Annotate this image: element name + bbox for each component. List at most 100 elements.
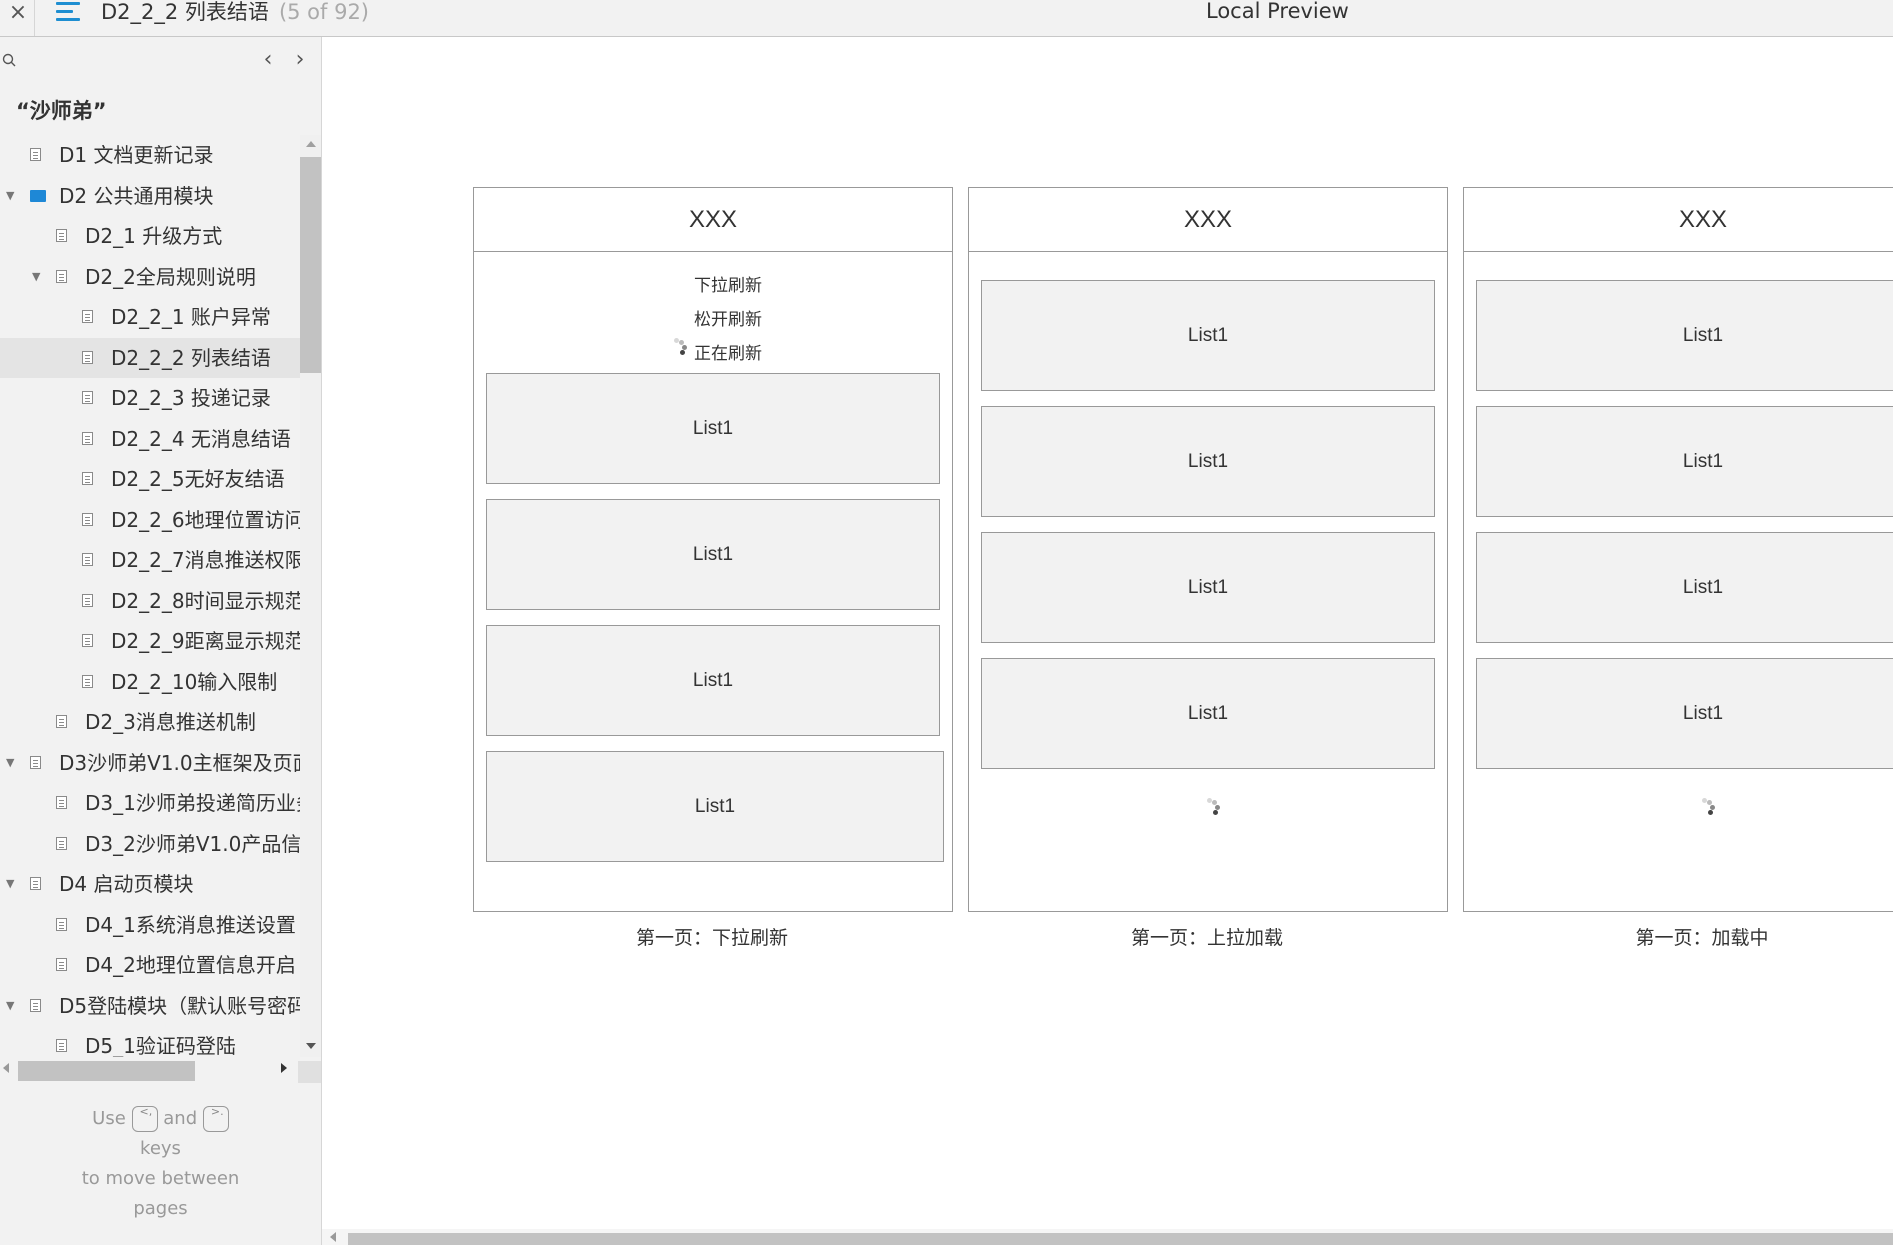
sidebar-item[interactable]: D2_2_2 列表结语	[0, 337, 300, 378]
sidebar-item[interactable]: D4_2地理位置信息开启	[0, 945, 300, 985]
doc-icon	[56, 958, 67, 971]
sidebar-item-label: D3_1沙师弟投递简历业务	[85, 791, 300, 815]
sidebar-item-label: D4 启动页模块	[59, 872, 194, 896]
sidebar-item[interactable]: D2_2_5无好友结语	[0, 459, 300, 499]
expand-caret-icon[interactable]: ▼	[6, 864, 18, 904]
sidebar-item-label: D1 文档更新记录	[59, 143, 214, 167]
phone-mockup: XXX List1 List1 List1 List1	[1463, 187, 1893, 912]
sidebar-item[interactable]: D2_2_9距离显示规范	[0, 621, 300, 661]
sidebar-horizontal-scrollbar[interactable]	[0, 1057, 321, 1083]
doc-icon	[30, 877, 41, 890]
sidebar-item[interactable]: D2_3消息推送机制	[0, 702, 300, 742]
sidebar-item-label: D2_2_6地理位置访问	[111, 507, 300, 532]
sidebar-item[interactable]: D5_1验证码登陆	[0, 1026, 300, 1057]
list-item[interactable]: List1	[981, 406, 1435, 517]
sidebar-item-label: D3沙师弟V1.0主框架及页面	[59, 750, 300, 775]
hint-text: to move between	[81, 1168, 240, 1189]
list-item[interactable]: List1	[1476, 406, 1893, 517]
close-button[interactable]: ×	[4, 0, 32, 36]
sidebar-item[interactable]: D3_1沙师弟投递简历业务	[0, 783, 300, 823]
page-caption: 第一页：加载中	[1635, 927, 1769, 949]
sidebar-item[interactable]: D4_1系统消息推送设置	[0, 905, 300, 945]
list-item[interactable]: List1	[1476, 532, 1893, 643]
list-item[interactable]: List1	[486, 751, 944, 862]
sidebar-item[interactable]: D1 文档更新记录	[0, 135, 300, 175]
doc-icon	[82, 350, 93, 364]
scroll-left-arrow-icon[interactable]	[330, 1232, 336, 1242]
list-item[interactable]: List1	[486, 625, 940, 736]
doc-icon	[82, 634, 93, 647]
scrollbar-thumb[interactable]	[18, 1061, 195, 1081]
refresh-state-text: 下拉刷新	[694, 276, 762, 296]
sidebar-item-label: D2_2全局规则说明	[85, 264, 256, 289]
doc-icon	[30, 148, 41, 161]
doc-icon	[56, 229, 67, 242]
comma-key-icon: <,	[131, 1106, 158, 1132]
page-count: (5 of 92)	[278, 0, 369, 24]
doc-icon	[30, 998, 41, 1012]
sidebar-item[interactable]: ▼ D4 启动页模块	[0, 864, 300, 904]
sidebar-item-label: D2_3消息推送机制	[85, 710, 256, 734]
phone-title: XXX	[969, 188, 1447, 252]
folder-icon	[30, 189, 46, 202]
list-item[interactable]: List1	[1476, 658, 1893, 769]
scroll-left-arrow-icon[interactable]	[3, 1063, 9, 1073]
sidebar-item-label: D4_1系统消息推送设置	[85, 912, 296, 937]
sidebar-item[interactable]: D2_2_8时间显示规范	[0, 581, 300, 621]
scroll-right-arrow-icon[interactable]	[281, 1063, 287, 1073]
sidebar-item[interactable]: D3_2沙师弟V1.0产品信息	[0, 824, 300, 864]
sidebar-toolbar: ‹ ›	[0, 37, 321, 87]
scroll-up-arrow-icon[interactable]	[306, 141, 316, 147]
doc-icon	[56, 917, 67, 931]
search-icon[interactable]	[2, 53, 16, 67]
scrollbar-thumb[interactable]	[348, 1233, 1893, 1245]
sidebar-vertical-scrollbar[interactable]	[300, 135, 321, 1057]
doc-icon	[56, 836, 67, 850]
sidebar-item[interactable]: D2_2_1 账户异常	[0, 297, 300, 337]
sidebar-item[interactable]: D2_1 升级方式	[0, 216, 300, 256]
next-page-button[interactable]: ›	[290, 47, 310, 72]
doc-icon	[56, 796, 67, 809]
hint-text: keys	[140, 1138, 181, 1159]
sidebar-item[interactable]: ▼ D2 公共通用模块	[0, 176, 300, 216]
list-item[interactable]: List1	[981, 532, 1435, 643]
doc-icon	[82, 674, 93, 688]
expand-caret-icon[interactable]: ▼	[6, 176, 18, 216]
expand-caret-icon[interactable]: ▼	[32, 257, 44, 297]
sidebar-item[interactable]: D2_2_3 投递记录	[0, 378, 300, 418]
project-title: “沙师弟”	[16, 99, 107, 123]
expand-caret-icon[interactable]: ▼	[6, 986, 18, 1026]
list-item[interactable]: List1	[981, 658, 1435, 769]
prev-page-button[interactable]: ‹	[258, 47, 278, 72]
list-item[interactable]: List1	[981, 280, 1435, 391]
sidebar-item-label: D2_2_3 投递记录	[111, 386, 271, 410]
sidebar-item[interactable]: ▼ D5登陆模块（默认账号密码	[0, 986, 300, 1026]
canvas-horizontal-scrollbar[interactable]	[322, 1229, 1893, 1245]
page-title: D2_2_2 列表结语 (5 of 92)	[101, 0, 369, 26]
scroll-down-arrow-icon[interactable]	[306, 1043, 316, 1049]
sidebar-item-label: D4_2地理位置信息开启	[85, 953, 296, 977]
hint-text: pages	[133, 1198, 188, 1219]
sidebar-item[interactable]: D2_2_10输入限制	[0, 662, 300, 702]
scrollbar-thumb[interactable]	[300, 157, 321, 373]
phone-mockup: XXX 下拉刷新 松开刷新 正在刷新 List1 List1 List1 List1	[473, 187, 953, 912]
sidebar-item-label: D2_2_8时间显示规范	[111, 588, 300, 613]
doc-icon	[56, 269, 67, 283]
sidebar-item[interactable]: D2_2_7消息推送权限	[0, 540, 300, 580]
expand-caret-icon[interactable]: ▼	[6, 743, 18, 783]
list-item[interactable]: List1	[1476, 280, 1893, 391]
sidebar-item[interactable]: ▼ D3沙师弟V1.0主框架及页面	[0, 743, 300, 783]
sidebar-item[interactable]: D2_2_6地理位置访问	[0, 500, 300, 540]
loading-spinner-icon	[1207, 798, 1223, 820]
sidebar-item[interactable]: ▼ D2_2全局规则说明	[0, 257, 300, 297]
sidebar-item[interactable]: D2_2_4 无消息结语	[0, 419, 300, 459]
list-item[interactable]: List1	[486, 499, 940, 610]
refresh-state-text: 正在刷新	[694, 344, 762, 364]
period-key-icon: >.	[202, 1106, 229, 1132]
sidebar-item-label: D2_2_9距离显示规范	[111, 629, 300, 653]
menu-icon[interactable]	[56, 2, 80, 24]
sidebar-item-label: D2_2_1 账户异常	[111, 305, 271, 329]
list-item[interactable]: List1	[486, 373, 940, 484]
sidebar-item-label: D2_1 升级方式	[85, 224, 223, 248]
loading-spinner-icon	[674, 338, 690, 360]
